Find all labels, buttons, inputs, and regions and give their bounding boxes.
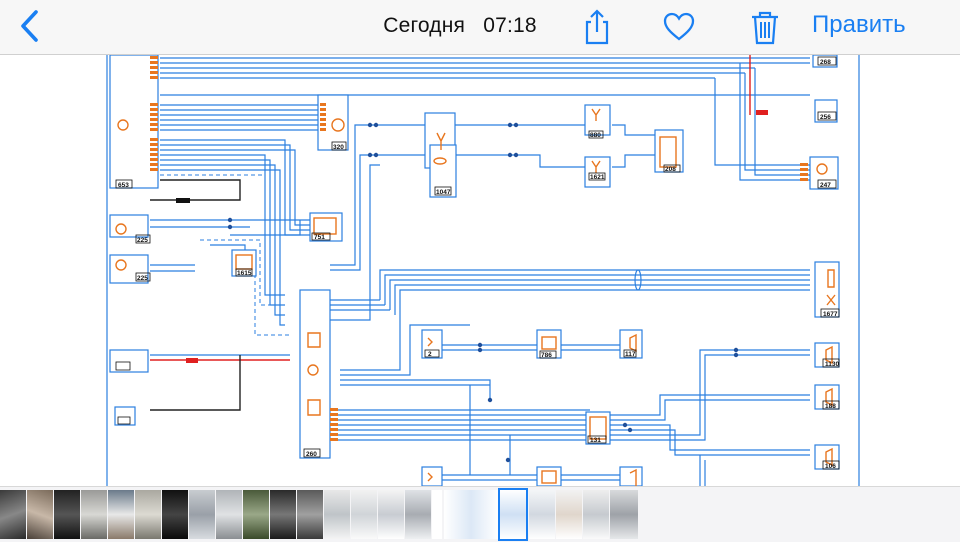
time-label: 07:18 (483, 14, 537, 37)
thumbnail[interactable] (270, 490, 296, 539)
diagram-label-1615: 1615 (237, 270, 252, 277)
thumbnail[interactable] (135, 490, 161, 539)
diagram-label-225-b: 225 (137, 275, 148, 282)
thumbnail[interactable] (432, 490, 442, 539)
diagram-label-751: 751 (314, 234, 325, 241)
date-label: Сегодня (383, 14, 466, 37)
diagram-label-653: 653 (118, 182, 129, 189)
diagram-fuse (756, 110, 768, 115)
thumbnail[interactable] (0, 490, 26, 539)
thumbnail[interactable] (27, 490, 53, 539)
diagram-label-260: 260 (306, 451, 317, 458)
diagram-label-225-a: 225 (137, 237, 148, 244)
heart-icon (663, 12, 695, 41)
diagram-label-1130: 1130 (825, 361, 839, 368)
back-button[interactable] (14, 8, 48, 44)
delete-button[interactable] (748, 8, 782, 46)
thumbnail[interactable] (162, 490, 188, 539)
thumbnail[interactable] (54, 490, 80, 539)
diagram-label-208: 208 (665, 166, 676, 173)
thumbnail[interactable] (556, 490, 582, 539)
thumbnail[interactable] (351, 490, 377, 539)
favorite-button[interactable] (662, 8, 696, 46)
photo-viewer[interactable]: 268 256 247 653 225 225 320 1047 880 162… (0, 55, 960, 486)
navigation-bar: Сегодня 07:18 Править (0, 0, 960, 55)
thumbnail[interactable] (81, 490, 107, 539)
thumbnail[interactable] (405, 490, 431, 539)
trash-icon (752, 11, 778, 45)
wiring-diagram-image: 268 256 247 653 225 225 320 1047 880 162… (106, 55, 860, 486)
thumbnail[interactable] (297, 490, 323, 539)
thumbnail[interactable] (243, 490, 269, 539)
thumbnail[interactable] (610, 490, 638, 539)
share-button[interactable] (580, 8, 614, 46)
diagram-label-1621: 1621 (590, 174, 605, 181)
thumbnail-selected[interactable] (498, 488, 528, 541)
diagram-label-786: 786 (541, 352, 552, 359)
thumbnail[interactable] (444, 490, 498, 539)
diagram-label-117: 117 (625, 351, 636, 358)
diagram-label-1677: 1677 (823, 311, 838, 318)
diagram-label-1047: 1047 (436, 189, 451, 196)
diagram-label-106: 106 (825, 463, 836, 470)
thumbnail-strip[interactable] (0, 486, 960, 542)
diagram-label-131: 131 (590, 437, 601, 444)
thumbnail[interactable] (378, 490, 404, 539)
diagram-label-880: 880 (590, 132, 601, 139)
diagram-label-256: 256 (820, 114, 831, 121)
diagram-label-188: 188 (825, 403, 836, 410)
edit-button[interactable]: Править (812, 11, 906, 39)
diagram-fuse (186, 358, 198, 363)
thumbnail[interactable] (583, 490, 609, 539)
photo-title: Сегодня 07:18 (330, 14, 590, 38)
diagram-label-320: 320 (333, 144, 344, 151)
diagram-label-268: 268 (820, 59, 831, 66)
thumbnail[interactable] (108, 490, 134, 539)
thumbnail[interactable] (529, 490, 555, 539)
thumbnail[interactable] (189, 490, 215, 539)
chevron-left-icon (21, 10, 38, 42)
diagram-label-2: 2 (428, 351, 432, 358)
diagram-ground-link (176, 198, 190, 203)
diagram-label-247: 247 (820, 182, 831, 189)
thumbnail[interactable] (216, 490, 242, 539)
share-icon (585, 9, 609, 45)
thumbnail[interactable] (324, 490, 350, 539)
